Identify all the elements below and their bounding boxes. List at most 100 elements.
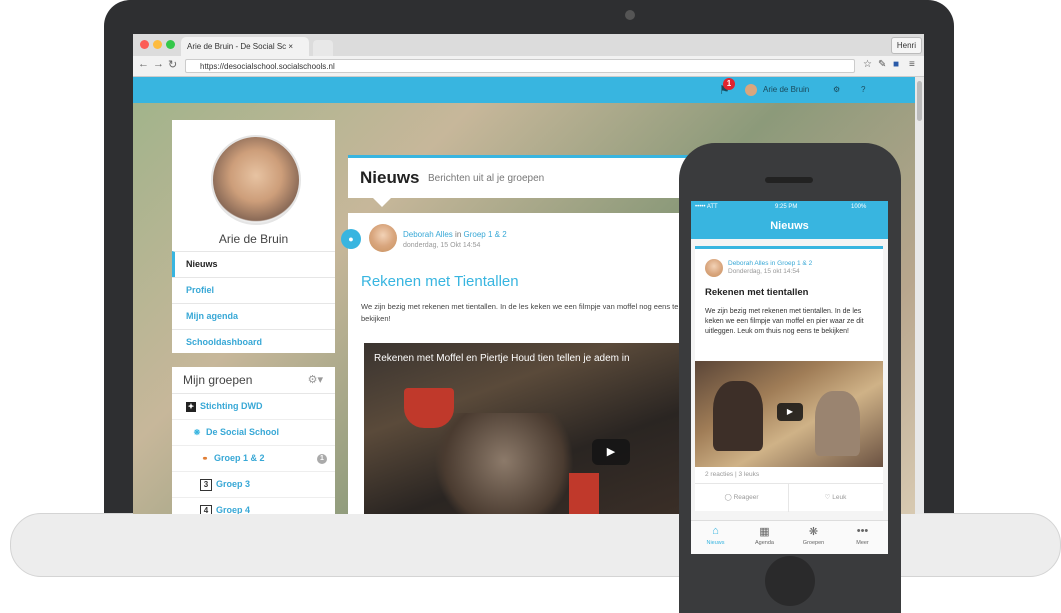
groups-icon: ❋ — [808, 526, 819, 538]
forward-icon[interactable]: → — [153, 58, 164, 70]
tab-label: Nieuws — [706, 540, 725, 546]
notification-badge: 1 — [723, 78, 735, 90]
menu-item-schooldashboard[interactable]: Schooldashboard — [172, 329, 335, 355]
reload-icon[interactable]: ↻ — [168, 58, 177, 71]
video-title: Rekenen met Moffel en Piertje Houd tien … — [374, 353, 630, 364]
post-text: We zijn bezig met rekenen met tientallen… — [361, 302, 679, 323]
status-carrier: ••••• ATT — [695, 204, 718, 210]
phone-video-thumbnail[interactable]: ▶ — [695, 361, 883, 467]
number-3-icon: 3 — [200, 478, 212, 491]
group-item-stichting[interactable]: ✦ Stichting DWD — [172, 394, 335, 420]
phone-play-icon[interactable]: ▶ — [777, 403, 803, 421]
phone-post-card: Deborah Alles in Groep 1 & 2 Donderdag, … — [695, 246, 883, 512]
gear-icon[interactable]: ⚙▾ — [308, 367, 323, 393]
calendar-icon: ▦ — [759, 526, 770, 538]
bookmark-star-icon[interactable]: ☆ — [863, 59, 872, 70]
browser-tab[interactable]: Arie de Bruin - De Social Sc × — [181, 37, 309, 56]
profile-name: Arie de Bruin — [218, 232, 289, 246]
camera-icon — [625, 10, 635, 20]
phone-post-date: Donderdag, 15 okt 14:54 — [728, 268, 800, 275]
scrollbar[interactable] — [915, 77, 924, 514]
page-title: Nieuws — [360, 168, 420, 187]
menu-icon[interactable]: ≡ — [909, 59, 915, 70]
video-frame-lamp — [404, 388, 454, 428]
tab-label: Groepen — [802, 540, 825, 546]
phone-author-avatar[interactable] — [705, 259, 723, 277]
phone-post-stats[interactable]: 2 reacties | 3 leuks — [705, 471, 759, 478]
extension-icon-2[interactable]: ■ — [893, 59, 899, 70]
thumb-puppet-1 — [713, 381, 763, 451]
post-in-label: in — [455, 230, 462, 239]
phone-status-bar: ••••• ATT 9:25 PM 100% — [691, 201, 888, 213]
tab-agenda[interactable]: ▦ Agenda — [740, 521, 789, 554]
more-icon: ••• — [856, 525, 869, 537]
heart-icon: ♡ — [824, 494, 831, 501]
group-label: De Social School — [206, 427, 280, 437]
browser-user-button[interactable]: Henri — [890, 37, 922, 54]
user-avatar[interactable] — [745, 84, 757, 96]
profile-menu: Nieuws Profiel Mijn agenda Schooldashboa… — [172, 251, 335, 355]
reply-button[interactable]: ◯ Reageer — [695, 484, 789, 512]
phone-post-actions: ◯ Reageer ♡ Leuk — [695, 483, 883, 512]
back-icon[interactable]: ← — [138, 58, 149, 70]
phone-nav-title: Nieuws — [691, 213, 888, 239]
url-input[interactable]: https://desocialschool.socialschools.nl — [185, 59, 855, 73]
tab-title: Arie de Bruin - De Social Sc × — [187, 42, 294, 51]
user-menu[interactable]: Arie de Bruin — [763, 77, 809, 103]
menu-item-profiel[interactable]: Profiel — [172, 277, 335, 303]
group-item-groep-4[interactable]: 4 Groep 4 — [172, 498, 335, 514]
post-date: donderdag, 15 Okt 14:54 — [403, 242, 481, 249]
phone-author-line[interactable]: Deborah Alles in Groep 1 & 2 — [728, 260, 812, 267]
browser-tab-bar: Arie de Bruin - De Social Sc × Henri — [133, 34, 924, 56]
status-time: 9:25 PM — [775, 204, 798, 210]
group-label: Stichting DWD — [200, 401, 263, 411]
video-frame-cup — [569, 473, 599, 514]
address-bar-row: ← → ↻ https://desocialschool.socialschoo… — [133, 56, 924, 77]
scrollbar-thumb[interactable] — [917, 81, 922, 121]
phone-screen: ••••• ATT 9:25 PM 100% Nieuws Deborah Al… — [691, 201, 888, 554]
group-item-groep-1-2[interactable]: ⚭ Groep 1 & 2 1 — [172, 446, 335, 472]
close-window-icon[interactable] — [140, 40, 149, 49]
play-button-icon[interactable]: ▶ — [592, 439, 630, 465]
tab-label: Agenda — [755, 540, 774, 546]
group-label: Groep 3 — [216, 479, 251, 489]
groups-header: Mijn groepen ⚙▾ — [172, 367, 335, 394]
comment-bubble-icon: ● — [341, 229, 361, 249]
top-navigation: ⚑ 1 Arie de Bruin ⚙ ? — [133, 77, 915, 103]
socialschool-logo-icon: ❋ — [193, 427, 201, 437]
menu-item-nieuws[interactable]: Nieuws — [172, 251, 335, 277]
author-avatar[interactable] — [369, 224, 397, 252]
video-player[interactable]: Rekenen met Moffel en Piertje Houd tien … — [364, 343, 684, 514]
group-label: Groep 4 — [216, 505, 251, 514]
phone-tab-bar: ⌂ Nieuws ▦ Agenda ❋ Groepen ••• Meer — [691, 520, 888, 554]
tab-meer[interactable]: ••• Meer — [838, 521, 887, 554]
tab-nieuws[interactable]: ⌂ Nieuws — [691, 521, 740, 554]
stichting-icon: ✦ — [186, 401, 196, 412]
group-count-badge: 1 — [317, 454, 327, 464]
profile-avatar — [211, 135, 301, 225]
home-button[interactable] — [765, 556, 815, 606]
groups-title: Mijn groepen — [183, 373, 253, 387]
settings-icon[interactable]: ⚙ — [833, 77, 840, 103]
post-author[interactable]: Deborah Alles — [403, 230, 453, 239]
new-tab-button[interactable] — [313, 40, 333, 56]
tab-label: Meer — [856, 540, 869, 546]
group-item-social-school[interactable]: ❋ De Social School — [172, 420, 335, 446]
like-button[interactable]: ♡ Leuk — [789, 484, 882, 512]
extension-icon[interactable]: ✎ — [878, 59, 886, 70]
post-group[interactable]: Groep 1 & 2 — [464, 230, 507, 239]
reply-icon: ◯ — [724, 494, 732, 501]
tab-groepen[interactable]: ❋ Groepen — [789, 521, 838, 554]
help-icon[interactable]: ? — [861, 77, 865, 103]
menu-item-agenda[interactable]: Mijn agenda — [172, 303, 335, 329]
phone-post-title: Rekenen met tientallen — [705, 287, 809, 298]
header-pointer — [373, 198, 391, 207]
group-item-groep-3[interactable]: 3 Groep 3 — [172, 472, 335, 498]
minimize-window-icon[interactable] — [153, 40, 162, 49]
thumb-puppet-2 — [815, 391, 860, 456]
headphones-icon: ⚭ — [201, 453, 209, 463]
maximize-window-icon[interactable] — [166, 40, 175, 49]
post-title[interactable]: Rekenen met Tientallen — [361, 273, 519, 290]
video-frame-puppet — [434, 413, 574, 514]
laptop-base — [10, 513, 1061, 577]
